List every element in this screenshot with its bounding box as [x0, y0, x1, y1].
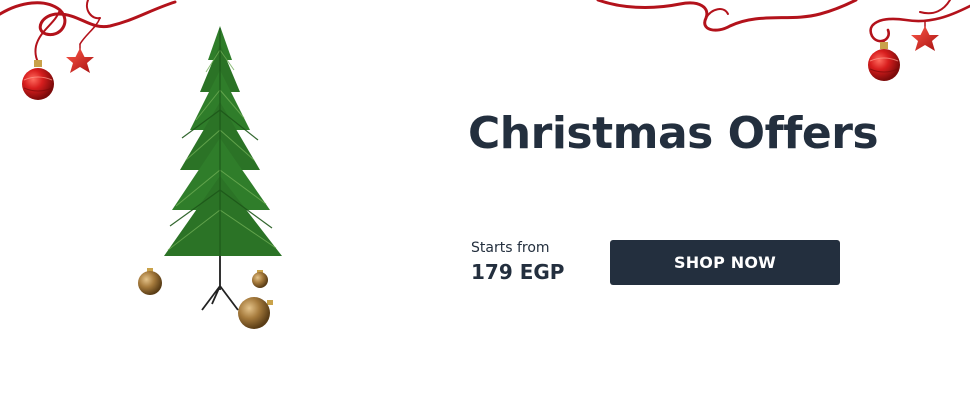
star-ornament-icon: [911, 20, 939, 51]
headline: Christmas Offers: [468, 108, 879, 159]
ribbon-icon: [596, 0, 858, 32]
ornament-icon: [238, 297, 273, 329]
starts-from-label: Starts from: [471, 240, 550, 256]
ornament-icon: [138, 268, 162, 295]
ornament-icon: [22, 60, 54, 100]
ornament-icon: [868, 42, 900, 81]
ornament-icon: [252, 270, 268, 288]
christmas-offers-banner[interactable]: Christmas Offers Starts from 179 EGP SHO…: [0, 0, 970, 400]
price-block: Starts from 179 EGP: [471, 238, 564, 286]
price-value: 179 EGP: [471, 260, 565, 284]
shop-now-button[interactable]: SHOP NOW: [610, 240, 840, 285]
christmas-tree-icon: [138, 26, 282, 329]
star-ornament-icon: [66, 44, 94, 73]
